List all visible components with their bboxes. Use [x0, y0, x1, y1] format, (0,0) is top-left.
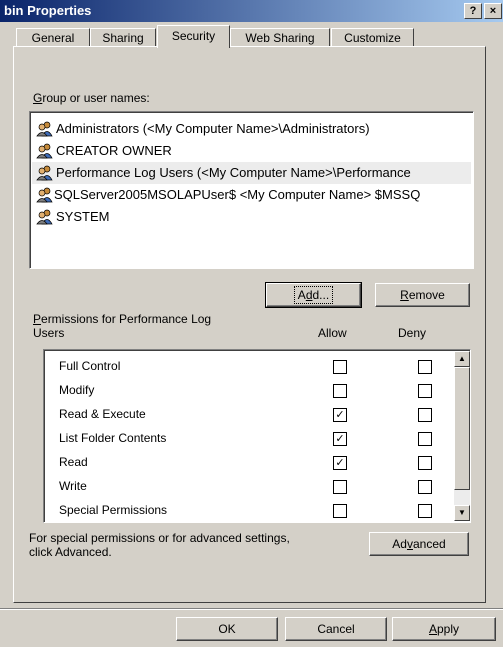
- advanced-hint: For special permissions or for advanced …: [29, 531, 290, 559]
- add-label-pre: A: [297, 288, 306, 302]
- users-group-icon: [36, 121, 53, 137]
- users-group-icon: [36, 143, 53, 159]
- remove-label-accel: R: [400, 288, 409, 302]
- group-user-list[interactable]: Administrators (<My Computer Name>\Admin…: [29, 111, 474, 269]
- permissions-label-line1: ermissions for Performance Log: [41, 312, 212, 326]
- permission-name: Read & Execute: [59, 407, 146, 421]
- list-item[interactable]: Administrators (<My Computer Name>\Admin…: [32, 118, 471, 140]
- list-item[interactable]: SYSTEM: [32, 206, 471, 228]
- permission-name: List Folder Contents: [59, 431, 167, 445]
- permission-row: Read & Execute ✓: [44, 403, 452, 427]
- deny-checkbox[interactable]: [418, 432, 432, 446]
- window-title: bin Properties: [4, 3, 92, 18]
- allow-checkbox[interactable]: ✓: [333, 456, 347, 470]
- permission-name: Full Control: [59, 359, 121, 373]
- group-name: CREATOR OWNER: [56, 143, 172, 158]
- tab-sharing[interactable]: Sharing: [90, 28, 156, 47]
- users-group-icon: [36, 209, 53, 225]
- apply-label-post: pply: [437, 622, 460, 636]
- help-button[interactable]: ?: [464, 3, 482, 19]
- group-label-accel: G: [33, 91, 43, 105]
- allow-checkbox[interactable]: [333, 480, 347, 494]
- allow-column-header: Allow: [318, 326, 347, 340]
- permissions-label: Permissions for Performance Log Users: [33, 312, 211, 340]
- add-button[interactable]: Add...: [265, 282, 362, 308]
- users-group-icon: [36, 165, 53, 181]
- group-name: Performance Log Users (<My Computer Name…: [56, 165, 411, 180]
- add-label-post: d...: [312, 288, 330, 302]
- ok-button[interactable]: OK: [176, 617, 278, 641]
- permissions-label-line2: Users: [33, 326, 65, 340]
- scroll-up-icon[interactable]: ▲: [454, 351, 470, 367]
- permission-name: Special Permissions: [59, 503, 168, 517]
- scroll-thumb[interactable]: [454, 367, 470, 490]
- allow-checkbox[interactable]: ✓: [333, 432, 347, 446]
- allow-checkbox[interactable]: [333, 384, 347, 398]
- close-button[interactable]: ×: [484, 3, 502, 19]
- deny-checkbox[interactable]: [418, 504, 432, 518]
- advanced-hint-line1: For special permissions or for advanced …: [29, 531, 290, 545]
- group-label-rest: roup or user names:: [42, 91, 150, 105]
- remove-button[interactable]: Remove: [375, 283, 470, 307]
- permission-row: List Folder Contents ✓: [44, 427, 452, 451]
- apply-label-accel: A: [428, 622, 437, 636]
- permission-row: Full Control: [44, 355, 452, 379]
- tab-general[interactable]: General: [16, 28, 90, 47]
- group-name: SQLServer2005MSOLAPUser$ <My Computer Na…: [54, 187, 421, 202]
- group-list-label: Group or user names:: [33, 91, 150, 105]
- deny-checkbox[interactable]: [418, 408, 432, 422]
- permission-row: Read ✓: [44, 451, 452, 475]
- users-group-icon: [36, 187, 53, 203]
- title-bar[interactable]: bin Properties ? ×: [0, 0, 503, 22]
- allow-checkbox[interactable]: [333, 504, 347, 518]
- advanced-label-post: anced: [412, 537, 446, 551]
- permission-row: Modify: [44, 379, 452, 403]
- permission-name: Modify: [59, 383, 95, 397]
- deny-checkbox[interactable]: [418, 360, 432, 374]
- deny-column-header: Deny: [398, 326, 427, 340]
- permissions-list[interactable]: Full Control Modify Read & Execute ✓ List Fo…: [43, 349, 471, 523]
- add-label-accel: d: [305, 288, 313, 302]
- group-name: Administrators (<My Computer Name>\Admin…: [56, 121, 370, 136]
- permission-row: Special Permissions: [44, 499, 452, 522]
- permission-row: Write: [44, 475, 452, 499]
- group-name: SYSTEM: [56, 209, 110, 224]
- allow-checkbox[interactable]: [333, 360, 347, 374]
- permissions-scrollbar[interactable]: ▲ ▼: [454, 351, 470, 521]
- tab-web-sharing[interactable]: Web Sharing: [230, 28, 330, 47]
- advanced-label-pre: Ad: [392, 537, 407, 551]
- scroll-down-icon[interactable]: ▼: [454, 505, 470, 521]
- tab-security[interactable]: Security: [157, 25, 230, 48]
- properties-dialog: bin Properties ? × General Sharing Secur…: [0, 0, 503, 647]
- tab-customize[interactable]: Customize: [331, 28, 414, 47]
- deny-checkbox[interactable]: [418, 456, 432, 470]
- allow-checkbox[interactable]: ✓: [333, 408, 347, 422]
- bottom-separator: [0, 608, 503, 610]
- deny-checkbox[interactable]: [418, 384, 432, 398]
- list-item[interactable]: CREATOR OWNER: [32, 140, 471, 162]
- advanced-button[interactable]: Advanced: [369, 532, 469, 556]
- cancel-button[interactable]: Cancel: [285, 617, 387, 641]
- permissions-label-accel: P: [33, 312, 42, 326]
- list-item[interactable]: SQLServer2005MSOLAPUser$ <My Computer Na…: [32, 184, 471, 206]
- permission-name: Read: [59, 455, 88, 469]
- list-item-selected[interactable]: Performance Log Users (<My Computer Name…: [32, 162, 471, 184]
- permission-name: Write: [59, 479, 87, 493]
- deny-checkbox[interactable]: [418, 480, 432, 494]
- advanced-hint-line2: click Advanced.: [29, 545, 112, 559]
- add-button-label: Add...: [293, 286, 334, 304]
- apply-button[interactable]: Apply: [392, 617, 496, 641]
- remove-label-post: emove: [408, 288, 445, 302]
